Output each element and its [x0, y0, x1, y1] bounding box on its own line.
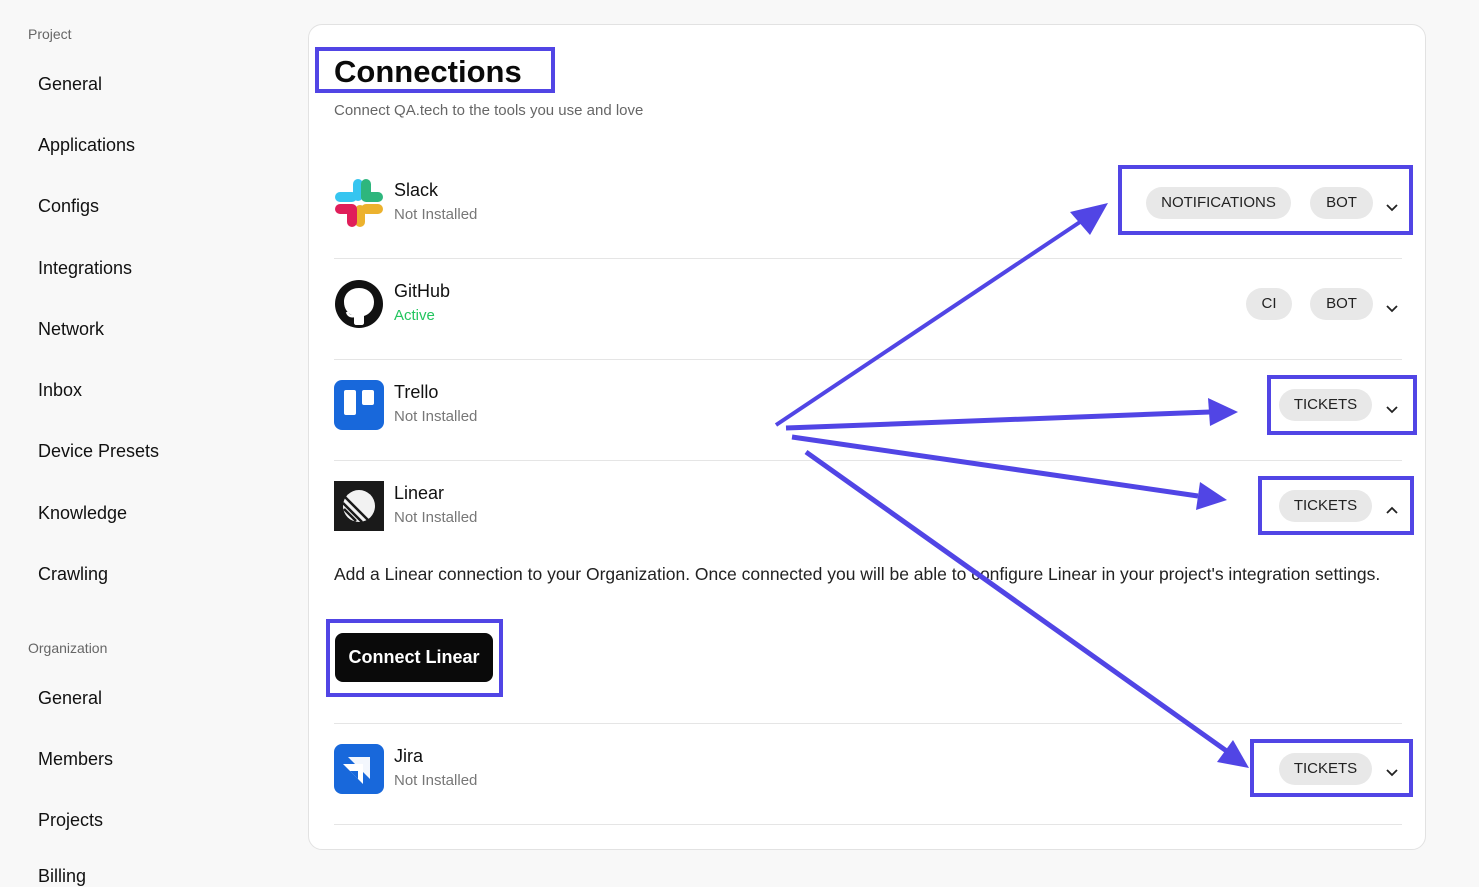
- sidebar-item-org-general[interactable]: General: [38, 688, 102, 709]
- sidebar-item-projects[interactable]: Projects: [38, 810, 103, 831]
- sidebar-item-knowledge[interactable]: Knowledge: [38, 503, 127, 524]
- divider: [334, 723, 1402, 724]
- divider: [334, 460, 1402, 461]
- sidebar-item-members[interactable]: Members: [38, 749, 113, 770]
- integration-row-github[interactable]: GitHub Active: [334, 279, 1402, 339]
- integration-row-trello[interactable]: Trello Not Installed: [334, 380, 1402, 440]
- sidebar-item-device-presets[interactable]: Device Presets: [38, 441, 159, 462]
- divider: [334, 824, 1402, 825]
- integration-status: Not Installed: [394, 509, 478, 526]
- section-label-organization: Organization: [28, 640, 108, 656]
- page-subtitle: Connect QA.tech to the tools you use and…: [334, 102, 644, 119]
- integration-name: GitHub: [394, 281, 451, 301]
- integration-name: Trello: [394, 382, 439, 402]
- linear-logo-icon: [334, 481, 384, 531]
- sidebar-item-network[interactable]: Network: [38, 319, 104, 340]
- chevron-down-icon[interactable]: [1385, 302, 1399, 316]
- section-label-project: Project: [28, 26, 72, 42]
- integration-status: Active: [394, 307, 435, 324]
- integration-status: Not Installed: [394, 772, 478, 789]
- sidebar-item-configs[interactable]: Configs: [38, 196, 99, 217]
- divider: [334, 258, 1402, 259]
- highlight-box-trello-tags: [1267, 375, 1417, 435]
- integration-name: Jira: [394, 746, 424, 766]
- sidebar-item-applications[interactable]: Applications: [38, 135, 135, 156]
- sidebar-item-inbox[interactable]: Inbox: [38, 380, 82, 401]
- integration-name: Slack: [394, 180, 439, 200]
- github-logo-icon: [335, 280, 383, 328]
- tag-bot: BOT: [1310, 288, 1373, 320]
- highlight-box-linear-tags: [1258, 476, 1414, 535]
- tag-ci: CI: [1246, 288, 1292, 320]
- sidebar-item-integrations[interactable]: Integrations: [38, 258, 132, 279]
- highlight-box-title: [315, 47, 555, 93]
- slack-logo-icon: [335, 179, 383, 227]
- highlight-box-jira-tags: [1250, 739, 1413, 797]
- highlight-box-slack-tags: [1118, 165, 1413, 235]
- trello-logo-icon: [334, 380, 384, 430]
- integration-status: Not Installed: [394, 206, 478, 223]
- sidebar-item-general[interactable]: General: [38, 74, 102, 95]
- sidebar: Project General Applications Configs Int…: [0, 0, 290, 886]
- jira-logo-icon: [334, 744, 384, 794]
- integration-name: Linear: [394, 483, 445, 503]
- divider: [334, 359, 1402, 360]
- linear-description: Add a Linear connection to your Organiza…: [334, 564, 1381, 584]
- highlight-box-connect-button: [326, 619, 503, 697]
- integration-row-linear[interactable]: Linear Not Installed: [334, 481, 1402, 541]
- integration-status: Not Installed: [394, 408, 478, 425]
- integration-row-jira[interactable]: Jira Not Installed: [334, 744, 1402, 804]
- sidebar-item-crawling[interactable]: Crawling: [38, 564, 108, 585]
